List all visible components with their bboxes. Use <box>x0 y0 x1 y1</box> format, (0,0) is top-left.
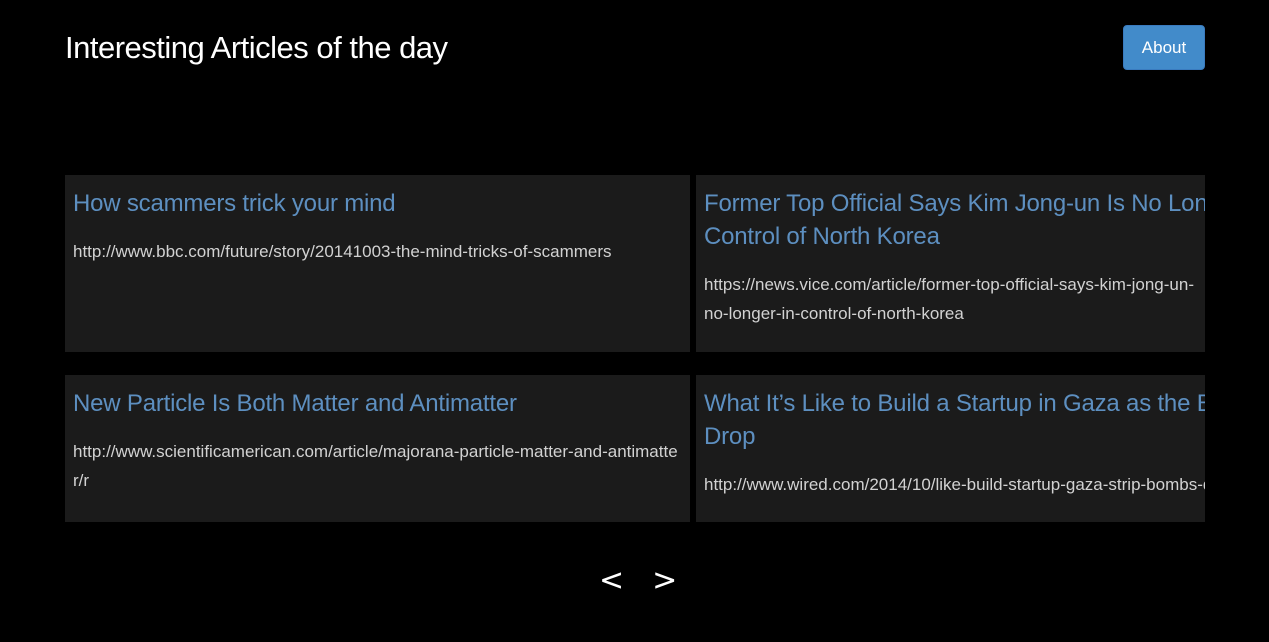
article-url: http://www.scientificamerican.com/articl… <box>73 442 678 490</box>
articles-carousel: How scammers trick your mind http://www.… <box>65 175 1205 525</box>
article-url: https://news.vice.com/article/former-top… <box>704 275 1194 323</box>
article-card: How scammers trick your mind http://www.… <box>65 175 690 352</box>
article-card: Former Top Official Says Kim Jong-un Is … <box>696 175 1205 352</box>
article-title-link[interactable]: What It’s Like to Build a Startup in Gaz… <box>704 387 1205 453</box>
article-url: http://www.bbc.com/future/story/20141003… <box>73 242 612 261</box>
carousel-pager: < > <box>596 560 680 602</box>
about-button[interactable]: About <box>1123 25 1205 70</box>
previous-arrow-icon[interactable]: < <box>596 560 627 602</box>
article-url: http://www.wired.com/2014/10/like-build-… <box>704 475 1205 494</box>
article-title-link[interactable]: New Particle Is Both Matter and Antimatt… <box>73 387 682 420</box>
article-card: What It’s Like to Build a Startup in Gaz… <box>696 375 1205 522</box>
page-title: Interesting Articles of the day <box>65 30 448 65</box>
next-arrow-icon[interactable]: > <box>649 560 680 602</box>
article-card: New Particle Is Both Matter and Antimatt… <box>65 375 690 522</box>
article-title-link[interactable]: Former Top Official Says Kim Jong-un Is … <box>704 187 1205 253</box>
page: Interesting Articles of the day About Ho… <box>0 0 1269 642</box>
article-title-link[interactable]: How scammers trick your mind <box>73 187 682 220</box>
